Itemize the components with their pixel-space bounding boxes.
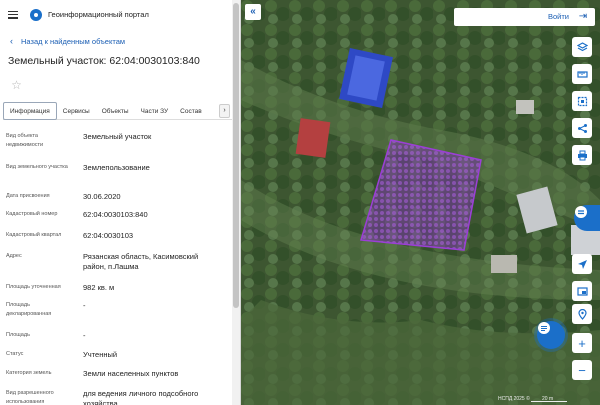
attribute-value: 62:04:0030103 [83,231,134,240]
map-switch-icon[interactable] [572,281,592,301]
portal-logo-icon [30,8,42,21]
zoom-out-button[interactable]: − [572,360,592,380]
tab-parts[interactable]: Части ЗУ [135,102,175,120]
attribute-label: Вид земельного участка [6,164,68,170]
attribute-label: Кадастровый квартал [6,232,62,238]
hamburger-icon[interactable] [8,10,18,19]
attribute-label: Дата присвоения [6,193,50,199]
layers-icon[interactable] [572,37,592,57]
tab-services[interactable]: Сервисы [57,102,96,120]
attribute-label: Статус [6,351,24,357]
attribute-value: Учтенный [83,350,118,359]
object-tabs: Информация Сервисы Объекты Части ЗУ Сост… [3,102,232,120]
panel-header: Геоинформационный портал [0,0,232,29]
attribute-label: Кадастровый номер [6,211,58,217]
location-arrow-icon[interactable] [572,254,592,274]
attribute-value: для ведения личного подсобного хозяйства [83,389,199,405]
attribute-label: Площадь уточненная [6,284,61,290]
attribute-label: Адрес [6,253,22,259]
tab-composition[interactable]: Состав [174,102,208,120]
login-button[interactable]: Войти ⇥ [454,8,595,26]
attribute-value: Земельный участок [83,132,152,141]
attribute-value: Земли населенных пунктов [83,369,179,378]
attribute-label: Вид объекта недвижимости [6,133,44,148]
chevron-left-icon: ‹ [10,36,13,46]
object-info-panel: Геоинформационный портал ‹ Назад к найде… [0,0,241,405]
double-chevron-left-icon[interactable]: « [245,4,261,20]
map-marker-icon[interactable] [572,304,592,324]
attribute-value: Землепользование [83,163,150,172]
attribute-label: Площадь декларированная [6,302,52,317]
login-icon: ⇥ [578,11,588,22]
attribute-value: - [83,301,86,310]
attribute-value: 30.06.2020 [83,192,121,201]
zoom-in-button[interactable]: + [572,333,592,353]
attribute-label: Площадь [6,332,30,338]
star-icon[interactable]: ☆ [10,79,23,92]
ruler-icon[interactable] [572,64,592,84]
panel-scrollbar-thumb[interactable] [233,3,239,308]
attribute-value: - [83,331,86,340]
attribute-label: Вид разрешенного использования [6,390,54,405]
portal-title: Геоинформационный портал [48,10,149,19]
map-scale-bar [531,401,567,402]
map-attribution: НСПД 2025 © [498,396,530,402]
attribute-label: Категория земель [6,370,52,376]
login-label: Войти [548,12,569,21]
chevron-right-icon[interactable]: › [219,104,230,118]
select-area-icon[interactable] [572,91,592,111]
attribute-value: Рязанская область, Касимовский район, п.… [83,252,199,271]
object-title: Земельный участок: 62:04:0030103:840 [8,55,200,67]
back-to-results-link[interactable]: ‹ Назад к найденным объектам [10,36,125,46]
back-link-label: Назад к найденным объектам [21,36,126,46]
attribute-value: 982 кв. м [83,283,115,292]
app-root: Геоинформационный портал ‹ Назад к найде… [0,0,600,405]
info-panel-icon[interactable] [574,205,600,231]
print-icon[interactable] [572,145,592,165]
attribute-value: 62:04:0030103:840 [83,210,148,219]
tab-objects[interactable]: Объекты [96,102,135,120]
chat-icon[interactable] [537,321,565,349]
tab-info[interactable]: Информация [3,102,57,120]
share-icon[interactable] [572,118,592,138]
map-view[interactable]: « Войти ⇥ + − НСПД 2025 © 20 m [241,0,600,405]
